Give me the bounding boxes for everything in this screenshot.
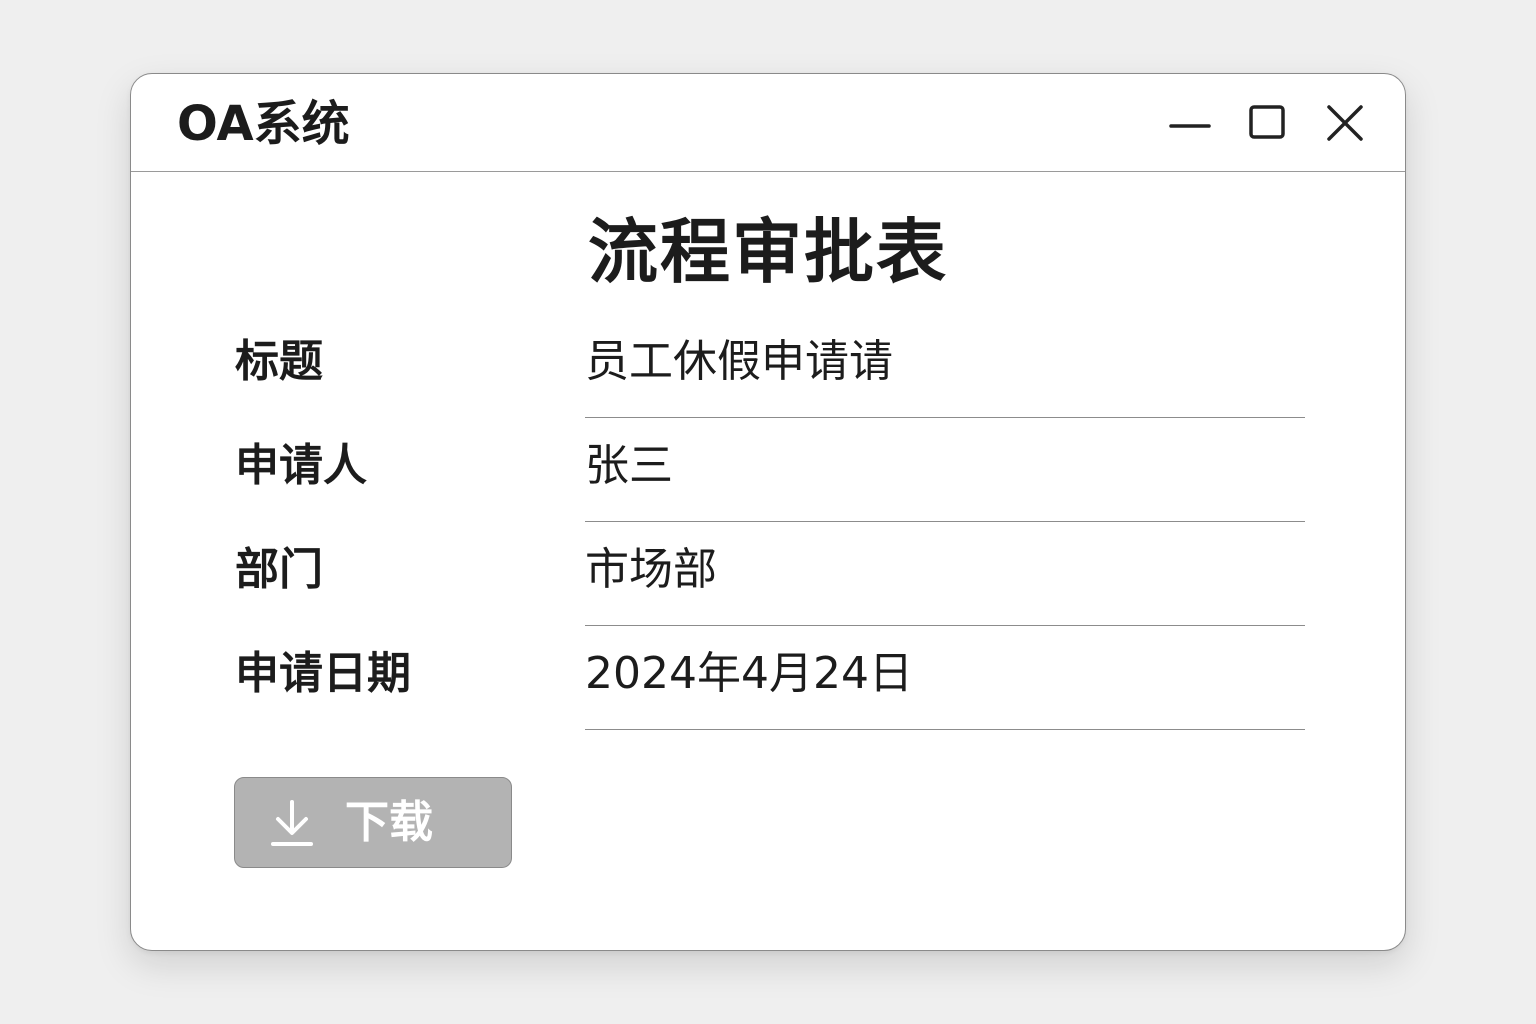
applicant-value[interactable]: 张三: [585, 440, 673, 492]
app-window: OA系统 流程审批表 标题 员工休假申请请 申请人 张三 部门 市场部 申请日期…: [130, 73, 1406, 951]
download-icon: [271, 799, 313, 846]
apply-date-underline: [585, 729, 1305, 730]
maximize-button[interactable]: [1242, 98, 1292, 148]
department-underline: [585, 625, 1305, 626]
applicant-label: 申请人: [235, 440, 367, 491]
apply-date-value[interactable]: 2024年4月24日: [585, 648, 913, 700]
title-underline: [585, 417, 1305, 418]
department-label: 部门: [235, 544, 323, 595]
form-title: 流程审批表: [588, 211, 948, 293]
apply-date-label: 申请日期: [235, 648, 411, 699]
close-icon: [1327, 105, 1363, 141]
download-button[interactable]: 下载: [234, 777, 512, 868]
maximize-icon: [1249, 105, 1285, 139]
title-label: 标题: [235, 336, 323, 387]
close-button[interactable]: [1320, 98, 1370, 148]
title-bar: OA系统: [131, 74, 1405, 172]
window-title: OA系统: [177, 96, 350, 152]
download-label: 下载: [345, 796, 433, 848]
minimize-button[interactable]: [1165, 98, 1215, 148]
minimize-icon: [1169, 124, 1211, 128]
applicant-underline: [585, 521, 1305, 522]
title-value[interactable]: 员工休假申请请: [585, 336, 893, 388]
department-value[interactable]: 市场部: [585, 544, 717, 596]
